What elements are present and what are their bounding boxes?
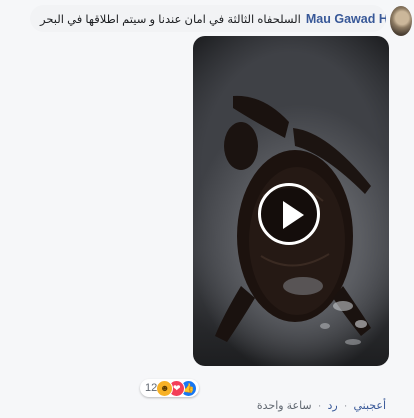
reactions-summary[interactable]: 👍 ❤ ☻ 12	[140, 379, 200, 397]
haha-icon: ☻	[156, 379, 174, 397]
play-button[interactable]	[258, 183, 320, 245]
reaction-count: 12	[145, 382, 158, 394]
comment-author[interactable]: Mau Gawad Hamada	[306, 12, 386, 26]
separator: ·	[343, 400, 348, 412]
separator: ·	[317, 400, 322, 412]
comment-timestamp[interactable]: ساعة واحدة	[257, 400, 312, 412]
comment-actions: أعجبني · رد · ساعة واحدة	[257, 399, 386, 412]
reply-button[interactable]: رد	[327, 400, 337, 412]
comment-text: السلحفاه الثالثة في امان عندنا و سيتم اط…	[40, 13, 301, 26]
comment-bubble: Mau Gawad Hamada السلحفاه الثالثة في اما…	[30, 5, 386, 32]
like-button[interactable]: أعجبني	[353, 400, 386, 412]
commenter-avatar[interactable]	[390, 6, 412, 36]
